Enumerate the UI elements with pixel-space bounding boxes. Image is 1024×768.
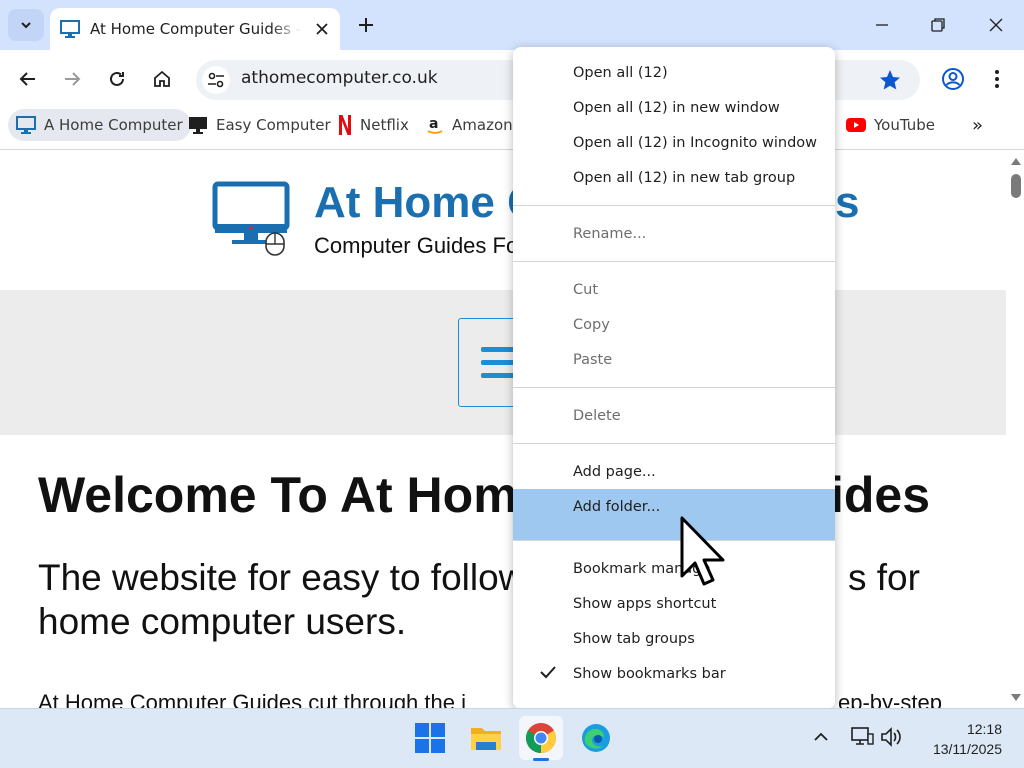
page-heading-tail: ides (830, 467, 931, 523)
site-logo-icon (212, 181, 290, 256)
bookmark-star-icon[interactable] (878, 68, 902, 92)
menu-divider (513, 443, 835, 444)
scroll-thumb[interactable] (1011, 174, 1021, 198)
bookmark-label: A Home Computer (44, 116, 183, 134)
menu-copy: Copy (573, 316, 610, 333)
chevron-down-icon (21, 22, 31, 29)
active-indicator (533, 758, 549, 761)
bookmark-label: Netflix (360, 116, 409, 134)
active-tab[interactable]: At Home Computer Guides - Computer Guide… (50, 8, 340, 50)
vertical-scrollbar[interactable] (1008, 151, 1024, 708)
menu-bookmark-manager[interactable]: Bookmark manage (513, 551, 835, 586)
reload-icon (110, 71, 124, 86)
menu-divider (513, 261, 835, 262)
bookmarks-overflow-button[interactable]: » (972, 109, 983, 141)
mouse-cursor-icon (680, 516, 725, 586)
close-icon (989, 18, 1003, 32)
youtube-icon (846, 118, 866, 132)
forward-arrow-icon (65, 72, 81, 86)
menu-add-page[interactable]: Add page... (513, 454, 835, 489)
chevron-up-icon (814, 732, 828, 741)
checkmark-icon (540, 666, 556, 679)
clock-date: 13/11/2025 (932, 741, 1002, 757)
menu-show-tab-groups[interactable]: Show tab groups (513, 621, 835, 656)
edge-button[interactable] (574, 716, 618, 760)
bookmark-label: YouTube (874, 116, 935, 134)
site-subtitle: Computer Guides Fo (314, 233, 519, 258)
close-window-button[interactable] (976, 8, 1016, 42)
chrome-icon (525, 723, 557, 753)
monitor-icon (60, 20, 80, 38)
restore-icon (931, 18, 945, 32)
site-title-tail: s (835, 178, 860, 227)
amazon-icon: a (426, 115, 444, 135)
back-arrow-icon (19, 72, 35, 86)
home-icon (154, 70, 170, 87)
svg-text:a: a (429, 116, 438, 132)
network-button[interactable] (850, 726, 874, 752)
site-info-button[interactable] (202, 66, 230, 94)
menu-show-bookmarks-bar[interactable]: Show bookmarks bar (513, 656, 835, 691)
minimize-button[interactable] (862, 8, 902, 42)
bookmark-label: Easy Computer (216, 116, 331, 134)
network-icon (851, 727, 874, 745)
menu-open-all-tab-group[interactable]: Open all (12) in new tab group (513, 160, 835, 195)
windows-start-icon (415, 723, 445, 753)
tune-icon (208, 72, 224, 88)
site-title: At Home C (314, 178, 539, 227)
volume-button[interactable] (880, 726, 904, 752)
profile-icon[interactable] (941, 67, 965, 91)
back-button[interactable] (13, 64, 43, 94)
monitor-icon (16, 116, 36, 134)
file-explorer-button[interactable] (464, 716, 508, 760)
scroll-down-icon[interactable] (1010, 693, 1022, 703)
menu-cut: Cut (573, 281, 598, 298)
bookmarks-context-menu: Open all (12) Open all (12) in new windo… (513, 47, 835, 709)
minimize-icon (876, 24, 888, 26)
clock-time: 12:18 (966, 721, 1002, 737)
speaker-icon (881, 727, 901, 747)
reload-button[interactable] (102, 64, 132, 94)
windows-start-button[interactable] (408, 716, 452, 760)
chrome-button[interactable] (519, 716, 563, 761)
monitor-black-icon (188, 116, 208, 134)
menu-paste: Paste (573, 351, 613, 368)
edge-icon (582, 724, 610, 752)
menu-divider (513, 205, 835, 206)
menu-delete: Delete (573, 407, 621, 424)
menu-rename: Rename... (573, 225, 647, 242)
bookmark-a-home-computer[interactable]: A Home Computer (8, 109, 191, 141)
lead-line-1-tail: s for (848, 557, 920, 598)
forward-button[interactable] (57, 64, 87, 94)
bookmark-label: Amazon (452, 116, 513, 134)
scroll-up-icon[interactable] (1010, 156, 1022, 166)
system-clock[interactable]: 12:18 13/11/2025 (910, 719, 1002, 759)
restore-button[interactable] (918, 8, 958, 42)
file-explorer-icon (471, 728, 501, 750)
bookmark-netflix[interactable]: Netflix (338, 109, 409, 141)
tab-search-button[interactable] (8, 9, 44, 41)
netflix-icon (338, 115, 352, 135)
menu-show-apps-shortcut[interactable]: Show apps shortcut (513, 586, 835, 621)
bookmark-easy-computer[interactable]: Easy Computer (188, 109, 331, 141)
bookmark-amazon[interactable]: a Amazon (426, 109, 513, 141)
menu-open-all-new-window[interactable]: Open all (12) in new window (513, 90, 835, 125)
close-icon[interactable] (314, 21, 330, 37)
new-tab-plus-icon[interactable] (352, 13, 380, 37)
menu-divider (513, 540, 835, 541)
menu-open-all[interactable]: Open all (12) (513, 55, 835, 90)
bookmark-youtube[interactable]: YouTube (846, 109, 935, 141)
double-chevron-icon: » (972, 114, 984, 136)
home-button[interactable] (147, 64, 177, 94)
show-hidden-icons-button[interactable] (812, 728, 830, 750)
page-heading: Welcome To At Home (38, 467, 546, 523)
menu-divider (513, 387, 835, 388)
menu-add-folder[interactable]: Add folder... (513, 489, 835, 540)
url-text[interactable]: athomecomputer.co.uk (241, 68, 438, 88)
menu-open-all-incognito[interactable]: Open all (12) in Incognito window (513, 125, 835, 160)
menu-kebab-icon[interactable] (988, 67, 1006, 91)
tab-title: At Home Computer Guides - Computer Guide… (90, 20, 302, 38)
